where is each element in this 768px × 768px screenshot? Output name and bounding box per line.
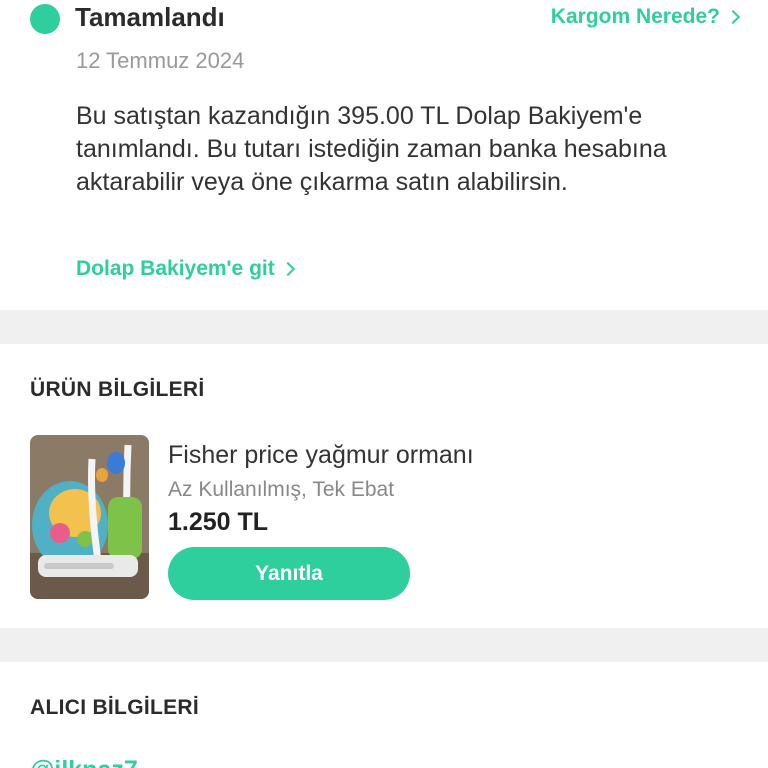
product-info-card: ÜRÜN BİLGİLERİ Fisher price yağmur orman…	[0, 344, 768, 628]
chevron-right-icon	[725, 9, 741, 25]
product-price: 1.250 TL	[168, 508, 269, 536]
track-shipment-link[interactable]: Kargom Nerede?	[550, 5, 741, 29]
status-complete-icon	[30, 4, 60, 34]
product-section-title: ÜRÜN BİLGİLERİ	[30, 378, 205, 401]
order-detail-page: Tamamlandı Kargom Nerede? 12 Temmuz 2024…	[0, 0, 768, 768]
buyer-info-card: ALICI BİLGİLERİ @ilknaz7	[0, 662, 768, 768]
reply-button[interactable]: Yanıtla	[168, 547, 410, 600]
product-name[interactable]: Fisher price yağmur ormanı	[168, 441, 474, 470]
order-status-card: Tamamlandı Kargom Nerede? 12 Temmuz 2024…	[0, 0, 768, 310]
product-image[interactable]	[30, 435, 149, 599]
status-message: Bu satıştan kazandığın 395.00 TL Dolap B…	[76, 102, 667, 196]
status-date: 12 Temmuz 2024	[76, 48, 245, 73]
status-title: Tamamlandı	[75, 2, 225, 32]
chevron-right-icon	[280, 261, 295, 277]
track-shipment-label: Kargom Nerede?	[550, 5, 720, 28]
go-to-balance-link[interactable]: Dolap Bakiyem'e git	[76, 257, 295, 281]
buyer-section-title: ALICI BİLGİLERİ	[30, 696, 199, 719]
go-to-balance-label: Dolap Bakiyem'e git	[76, 257, 275, 280]
buyer-username-link[interactable]: @ilknaz7	[30, 756, 138, 768]
product-condition-size: Az Kullanılmış, Tek Ebat	[168, 478, 395, 501]
